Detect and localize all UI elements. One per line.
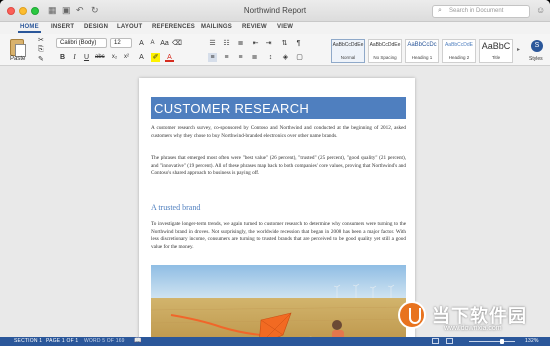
web-layout-icon[interactable] [446, 338, 453, 344]
document-heading[interactable]: CUSTOMER RESEARCH [151, 97, 406, 119]
styles-pane-label: Styles [529, 56, 543, 62]
style-name: Normal [340, 55, 356, 60]
style-preview: AaBbC [481, 41, 511, 51]
change-case-icon[interactable]: Aa [160, 39, 169, 48]
increase-indent-icon[interactable]: ⇥ [264, 39, 273, 48]
bold-icon[interactable]: B [58, 53, 67, 62]
section-indicator[interactable]: SECTION 1 [14, 338, 42, 344]
align-center-icon[interactable]: ≡ [222, 53, 231, 62]
ribbon-tabs: HOME INSERT DESIGN LAYOUT REFERENCES MAI… [0, 22, 550, 34]
styles-gallery-expand-icon[interactable]: ▸ [517, 46, 520, 53]
styles-pane-icon[interactable]: S [531, 40, 543, 52]
cut-icon[interactable]: ✂ [38, 36, 44, 44]
font-name-select[interactable]: Calibri (Body) [56, 38, 107, 48]
zoom-slider[interactable] [469, 341, 515, 342]
strikethrough-icon[interactable]: abc [95, 53, 105, 62]
subscript-icon[interactable]: x₂ [110, 53, 119, 62]
style-preview: AaBbCcDc [407, 42, 437, 48]
tab-view[interactable]: VIEW [277, 24, 293, 30]
style-heading-1[interactable]: AaBbCcDc Heading 1 [405, 39, 439, 63]
font-name-value: Calibri (Body) [60, 40, 97, 46]
underline-icon[interactable]: U [82, 53, 91, 62]
align-left-icon[interactable]: ≡ [208, 53, 217, 62]
text-effects-icon[interactable]: A [137, 53, 146, 62]
font-size-value: 12 [114, 40, 121, 46]
align-right-icon[interactable]: ≡ [236, 53, 245, 62]
sort-icon[interactable]: ⇅ [280, 39, 289, 48]
font-size-select[interactable]: 12 [110, 38, 132, 48]
tab-insert[interactable]: INSERT [51, 24, 74, 30]
account-icon[interactable]: ☺ [536, 5, 545, 15]
style-title[interactable]: AaBbC Title [479, 39, 513, 63]
zoom-level[interactable]: 132% [525, 338, 539, 344]
bullets-icon[interactable]: ☰ [208, 39, 217, 48]
shrink-font-icon[interactable]: A [148, 39, 157, 48]
tab-mailings[interactable]: MAILINGS [201, 24, 232, 30]
style-no-spacing[interactable]: AaBbCcDdEe No Spacing [368, 39, 402, 63]
watermark-url: www.downxia.com [444, 325, 502, 332]
search-input[interactable]: ⌕ Search in Document [432, 5, 530, 18]
zoom-slider-handle[interactable] [500, 339, 504, 344]
format-painter-icon[interactable]: ✎ [38, 55, 44, 63]
print-layout-icon[interactable] [432, 338, 439, 344]
kite-photo[interactable] [151, 265, 406, 337]
watermark: 当下软件园 www.downxia.com [398, 301, 548, 337]
proofing-icon[interactable]: 📖 [134, 337, 142, 344]
document-canvas[interactable]: CUSTOMER RESEARCH A customer research su… [0, 66, 550, 337]
decrease-indent-icon[interactable]: ⇤ [251, 39, 260, 48]
status-bar: SECTION 1 PAGE 1 OF 1 WORD 5 OF 169 📖 13… [0, 337, 550, 346]
word-count[interactable]: WORD 5 OF 169 [84, 338, 125, 344]
grow-font-icon[interactable]: A [137, 39, 146, 48]
tab-references[interactable]: REFERENCES [152, 24, 195, 30]
italic-icon[interactable]: I [70, 53, 79, 62]
multilevel-list-icon[interactable]: ≣ [236, 39, 245, 48]
tab-review[interactable]: REVIEW [242, 24, 267, 30]
watermark-logo [398, 301, 426, 329]
search-placeholder: Search in Document [449, 8, 504, 14]
show-formatting-icon[interactable]: ¶ [294, 39, 303, 48]
font-color-icon[interactable]: A [165, 53, 174, 62]
kite-photo-graphic [151, 265, 406, 337]
home-ribbon: Paste ✂ ⎘ ✎ Calibri (Body) 12 A A Aa ⌫ B… [0, 34, 550, 66]
superscript-icon[interactable]: x² [122, 53, 131, 62]
style-name: Heading 2 [448, 55, 470, 60]
shading-icon[interactable]: ◈ [281, 53, 290, 62]
tab-layout[interactable]: LAYOUT [117, 24, 142, 30]
style-name: Heading 1 [411, 55, 433, 60]
style-normal[interactable]: AaBbCcDdEe Normal [331, 39, 365, 63]
style-name: Title [491, 55, 501, 60]
paste-label: Paste [10, 56, 26, 62]
paragraph-3[interactable]: To investigate longer-term trends, we ag… [151, 221, 406, 251]
style-preview: AaBbCcDdE [444, 42, 474, 48]
document-subheading[interactable]: A trusted brand [151, 203, 200, 212]
line-spacing-icon[interactable]: ↕ [266, 53, 275, 62]
paste-icon[interactable] [10, 39, 26, 57]
style-preview: AaBbCcDdEe [332, 42, 364, 48]
borders-icon[interactable]: ▢ [295, 53, 304, 62]
title-bar: ▦ ▣ ↶ ↻ Northwind Report ⌕ Search in Doc… [0, 0, 550, 22]
style-preview: AaBbCcDdEe [369, 42, 401, 48]
copy-icon[interactable]: ⎘ [38, 46, 44, 54]
paragraph-1[interactable]: A customer research survey, co-sponsored… [151, 125, 406, 140]
justify-icon[interactable]: ≣ [250, 53, 259, 62]
numbering-icon[interactable]: ☷ [222, 39, 231, 48]
tab-design[interactable]: DESIGN [84, 24, 108, 30]
word-window: ▦ ▣ ↶ ↻ Northwind Report ⌕ Search in Doc… [0, 0, 550, 355]
highlight-icon[interactable]: ✐ [151, 53, 160, 62]
style-heading-2[interactable]: AaBbCcDdE Heading 2 [442, 39, 476, 63]
tab-home[interactable]: HOME [18, 24, 41, 33]
search-icon: ⌕ [438, 7, 442, 14]
paragraph-2[interactable]: The phrases that emerged most often were… [151, 155, 406, 178]
page-indicator[interactable]: PAGE 1 OF 1 [46, 338, 78, 344]
document-page[interactable]: CUSTOMER RESEARCH A customer research su… [139, 78, 415, 337]
style-name: No Spacing [373, 55, 397, 60]
clear-formatting-icon[interactable]: ⌫ [172, 39, 182, 48]
